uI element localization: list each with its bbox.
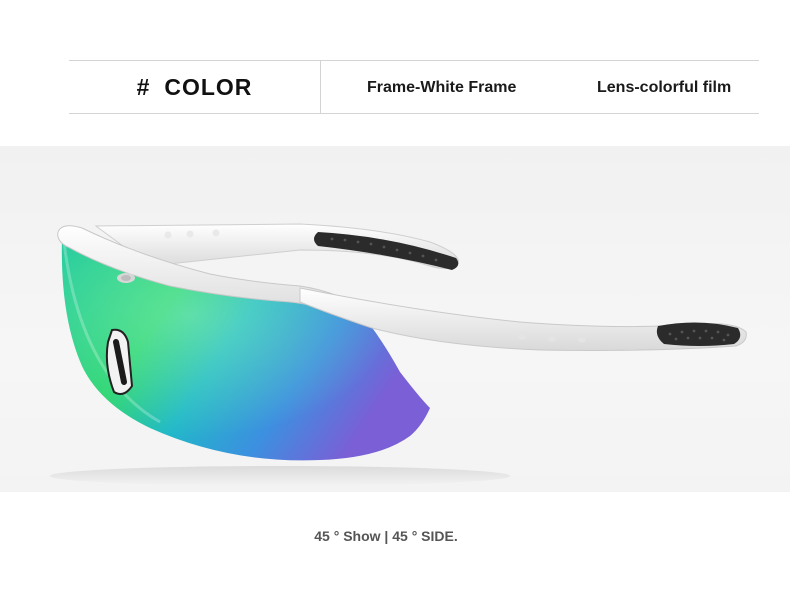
hash-symbol: # — [136, 74, 151, 100]
frame-spec: Frame-White Frame — [367, 78, 517, 96]
product-photo — [0, 146, 790, 492]
header-divider — [320, 61, 321, 114]
lens-spec: Lens-colorful film — [597, 78, 732, 96]
view-caption: 45 ° Show | 45 ° SIDE. — [314, 528, 458, 544]
sunglasses-icon — [50, 223, 747, 486]
color-title: # COLOR — [69, 61, 320, 114]
spec-header: # COLOR Frame-White Frame Lens-colorful … — [69, 60, 759, 114]
color-heading: COLOR — [164, 74, 253, 100]
